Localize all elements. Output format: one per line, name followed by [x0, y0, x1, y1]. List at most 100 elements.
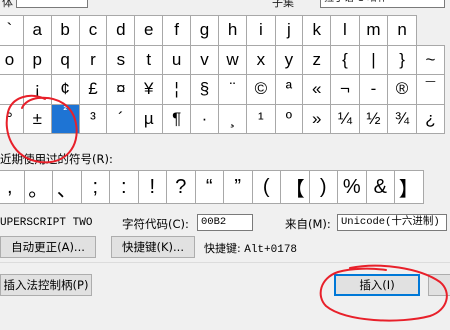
cancel-button-partial[interactable] — [428, 274, 450, 296]
symbol-cell[interactable]: ° — [0, 103, 24, 134]
symbol-cell[interactable]: u — [162, 44, 192, 75]
symbol-cell[interactable]: µ — [134, 103, 164, 134]
symbol-cell[interactable]: · — [190, 103, 219, 134]
font-dropdown[interactable] — [16, 0, 88, 8]
recent-row: ,。、;:!? “”(【)% &】 — [0, 170, 424, 204]
symbol-cell[interactable]: ¯ — [415, 74, 446, 105]
recent-symbol-cell[interactable]: “ — [194, 170, 224, 204]
symbol-cell[interactable]: ¼ — [330, 103, 360, 134]
recent-symbol-cell[interactable]: ! — [137, 170, 167, 204]
symbol-cell[interactable]: ³ — [78, 103, 108, 134]
recent-symbol-cell[interactable]: 、 — [52, 170, 82, 204]
symbol-cell[interactable]: º — [274, 103, 304, 134]
symbol-cell[interactable]: » — [302, 103, 332, 134]
symbol-cell[interactable]: y — [274, 44, 304, 75]
symbol-cell[interactable]: § — [190, 74, 219, 105]
symbol-cell[interactable]: ± — [22, 103, 52, 134]
symbol-cell[interactable]: s — [106, 44, 136, 75]
recent-symbol-cell[interactable]: % — [337, 170, 367, 204]
symbol-cell[interactable]: ¦ — [162, 74, 192, 105]
shortcut-info: 快捷键: Alt+0178 — [204, 240, 297, 256]
symbol-cell[interactable]: ª — [274, 74, 304, 105]
recent-symbol-cell[interactable]: & — [365, 170, 395, 204]
symbol-cell[interactable]: £ — [78, 74, 108, 105]
symbol-cell[interactable]: x — [246, 44, 276, 75]
symbol-cell[interactable]: ¨ — [217, 74, 248, 105]
symbol-cell[interactable]: q — [50, 44, 80, 75]
symbol-cell[interactable]: p — [22, 44, 52, 75]
symbol-cell[interactable]: | — [358, 44, 389, 75]
recent-symbol-cell[interactable]: ” — [223, 170, 253, 204]
from-select[interactable]: Unicode(十六进制) — [337, 214, 447, 231]
shortcut-info-value: Alt+0178 — [244, 244, 298, 256]
from-label: 来自(M): — [285, 217, 331, 231]
symbol-cell[interactable]: g — [190, 15, 219, 46]
insert-button[interactable]: 插入(I) — [334, 274, 420, 296]
symbol-cell[interactable]: - — [358, 74, 389, 105]
symbol-cell[interactable]: © — [246, 74, 276, 105]
recent-symbol-cell[interactable]: , — [0, 170, 25, 204]
symbol-cell[interactable]: z — [302, 44, 332, 75]
autocorrect-button[interactable]: 自动更正(A)... — [0, 236, 96, 258]
symbol-cell[interactable]: i — [246, 15, 276, 46]
symbol-cell[interactable]: ½ — [358, 103, 389, 134]
symbol-cell[interactable]: r — [78, 44, 108, 75]
recent-symbol-cell[interactable]: 【 — [280, 170, 310, 204]
symbol-cell[interactable]: « — [302, 74, 332, 105]
symbol-cell[interactable]: ´ — [106, 103, 136, 134]
ime-pad-button[interactable]: 插入法控制柄(P) — [0, 274, 92, 296]
title-strip: 体 子集 拉丁语-1 增补 — [0, 0, 450, 8]
symbol-cell[interactable]: { — [330, 44, 360, 75]
symbol-cell[interactable]: ` — [0, 15, 24, 46]
symbol-cell[interactable]: m — [358, 15, 389, 46]
subset-dropdown[interactable]: 拉丁语-1 增补 — [320, 0, 445, 8]
symbol-cell[interactable]: l — [330, 15, 360, 46]
symbol-cell[interactable]: ¶ — [162, 103, 192, 134]
divider — [0, 262, 450, 263]
symbol-cell[interactable]: h — [217, 15, 248, 46]
recent-symbol-cell[interactable]: ; — [80, 170, 110, 204]
symbol-cell[interactable]: b — [50, 15, 80, 46]
symbol-cell[interactable]: ¸ — [217, 103, 248, 134]
symbol-cell[interactable]: f — [162, 15, 192, 46]
character-name: UPERSCRIPT TWO — [0, 217, 93, 229]
symbol-cell[interactable]: ¿ — [415, 103, 446, 134]
symbol-cell[interactable]: ¡ — [22, 74, 52, 105]
symbol-cell[interactable]: k — [302, 15, 332, 46]
symbol-cell[interactable]: ¹ — [246, 103, 276, 134]
symbol-grid: ` a b c d e f g h i j k l m n o p q r s t u v w x y z{|} ~ ¡ ¢ £ ¤ ¥ ¦ § ¨ ©… — [0, 15, 446, 134]
symbol-cell[interactable]: } — [387, 44, 417, 75]
symbol-cell[interactable]: ¢ — [50, 74, 80, 105]
symbol-cell[interactable]: j — [274, 15, 304, 46]
recent-symbols-grid: ,。、;:!? “”(【)% &】 — [0, 170, 424, 204]
symbol-cell[interactable]: ® — [387, 74, 417, 105]
symbol-row: ° ± ² ³ ´ µ ¶ · ¸ ¹ º» ¼ ½ ¾ ¿ — [0, 103, 446, 134]
symbol-cell[interactable]: ~ — [415, 44, 446, 75]
symbol-cell[interactable]: t — [134, 44, 164, 75]
recent-symbol-cell[interactable]: : — [109, 170, 139, 204]
font-label: 体 — [2, 0, 13, 8]
symbol-row: ¡ ¢ £ ¤ ¥ ¦ § ¨ © ª «¬ - ® ¯ — [0, 74, 446, 105]
symbol-cell[interactable]: a — [22, 15, 52, 46]
recent-symbol-cell[interactable]: 】 — [394, 170, 424, 204]
symbol-cell[interactable]: ¥ — [134, 74, 164, 105]
symbol-cell[interactable]: o — [0, 44, 24, 75]
recent-symbol-cell[interactable]: ( — [251, 170, 281, 204]
symbol-cell[interactable]: ¾ — [387, 103, 417, 134]
symbol-cell-selected[interactable]: ² — [50, 103, 80, 134]
char-code-input[interactable]: 00B2 — [197, 214, 253, 231]
recent-symbols-label: 近期使用过的符号(R): — [0, 152, 113, 166]
symbol-cell[interactable]: c — [78, 15, 108, 46]
shortcut-key-button[interactable]: 快捷键(K)... — [111, 236, 195, 258]
symbol-cell[interactable]: ¤ — [106, 74, 136, 105]
recent-symbol-cell[interactable]: ) — [308, 170, 338, 204]
symbol-cell[interactable]: e — [134, 15, 164, 46]
symbol-cell[interactable] — [0, 74, 24, 105]
symbol-cell[interactable]: n — [387, 15, 417, 46]
recent-symbol-cell[interactable]: 。 — [23, 170, 53, 204]
symbol-cell[interactable]: ¬ — [330, 74, 360, 105]
symbol-cell[interactable]: d — [106, 15, 136, 46]
symbol-cell[interactable]: v — [190, 44, 219, 75]
symbol-cell[interactable]: w — [217, 44, 248, 75]
recent-symbol-cell[interactable]: ? — [166, 170, 196, 204]
